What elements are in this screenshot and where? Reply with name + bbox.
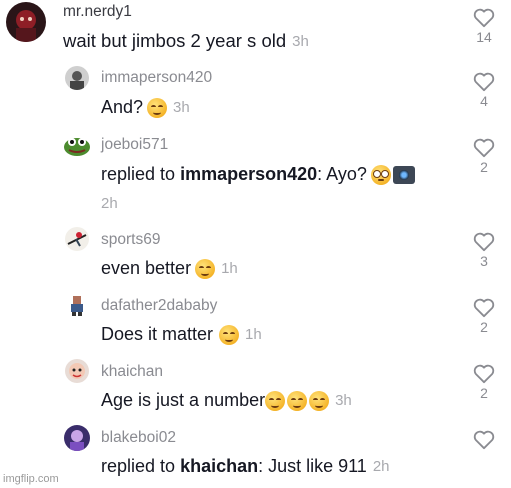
heart-icon [473, 430, 495, 450]
heart-icon [473, 232, 495, 252]
relieved-emoji-icon [265, 390, 286, 411]
like-count: 2 [480, 385, 488, 401]
heart-icon [473, 72, 495, 92]
heart-icon [473, 8, 495, 28]
like-button[interactable]: 2 [471, 364, 497, 401]
comment-text: Age is just a number 3h [101, 390, 352, 411]
like-count: 14 [476, 29, 492, 45]
comment-body: Does it matter [101, 324, 214, 344]
username[interactable]: joeboi571 [101, 136, 168, 154]
like-count: 3 [480, 253, 488, 269]
comment-body: wait but jimbos 2 year s old [63, 30, 287, 51]
like-button[interactable]: 2 [471, 138, 497, 175]
relieved-emoji-icon [195, 258, 216, 279]
mention-link[interactable]: immaperson420 [180, 164, 317, 185]
timestamp: 2h [372, 458, 390, 475]
flushed-emoji-icon [370, 164, 391, 185]
comment-text: Does it matter 1h [101, 324, 262, 345]
like-count: 2 [480, 319, 488, 335]
comment-body: : Ayo? [317, 164, 367, 184]
like-count: 4 [480, 93, 488, 109]
avatar[interactable] [6, 2, 46, 42]
username[interactable]: khaichan [101, 363, 163, 381]
comment-text: replied to khaichan : Just like 911 2h [101, 456, 390, 477]
username[interactable]: sports69 [101, 231, 160, 249]
comment-body: even better [101, 258, 192, 278]
relieved-emoji-icon [309, 390, 330, 411]
like-button[interactable]: 2 [471, 298, 497, 335]
watermark: imgflip.com [3, 473, 59, 485]
comment-text: wait but jimbos 2 year s old 3h [63, 30, 309, 52]
timestamp: 2h [101, 195, 118, 212]
reply-prefix: replied to [101, 456, 176, 476]
comment-text: And? 3h [101, 97, 190, 118]
avatar[interactable] [65, 66, 89, 90]
like-button[interactable]: 4 [471, 72, 497, 109]
like-button[interactable]: 3 [471, 232, 497, 269]
timestamp: 1h [245, 326, 262, 343]
heart-icon [473, 138, 495, 158]
avatar[interactable] [65, 359, 89, 383]
timestamp: 1h [221, 260, 238, 277]
like-button[interactable] [471, 430, 497, 451]
comment-text: replied to immaperson420 : Ayo? [101, 164, 415, 185]
comment-body: Age is just a number [101, 390, 266, 410]
username[interactable]: immaperson420 [101, 69, 212, 87]
heart-icon [473, 364, 495, 384]
heart-icon [473, 298, 495, 318]
avatar[interactable] [64, 425, 90, 451]
comment-body: And? [101, 97, 144, 117]
username[interactable]: mr.nerdy1 [63, 3, 132, 21]
camera-emoji-icon [392, 165, 415, 184]
username[interactable]: blakeboi02 [101, 429, 176, 447]
relieved-emoji-icon [287, 390, 308, 411]
timestamp: 3h [173, 99, 190, 116]
username[interactable]: dafather2dababy [101, 297, 217, 315]
like-button[interactable]: 14 [471, 8, 497, 45]
relieved-emoji-icon [219, 324, 240, 345]
like-count: 2 [480, 159, 488, 175]
timestamp: 3h [292, 32, 309, 50]
mention-link[interactable]: khaichan [180, 456, 258, 477]
avatar[interactable] [65, 227, 89, 251]
comment-body: : Just like 911 [258, 456, 367, 476]
comment-text: even better 1h [101, 258, 238, 279]
timestamp: 3h [335, 392, 352, 409]
relieved-emoji-icon [147, 97, 168, 118]
reply-prefix: replied to [101, 164, 176, 184]
avatar[interactable] [66, 294, 88, 316]
avatar[interactable] [63, 133, 91, 157]
